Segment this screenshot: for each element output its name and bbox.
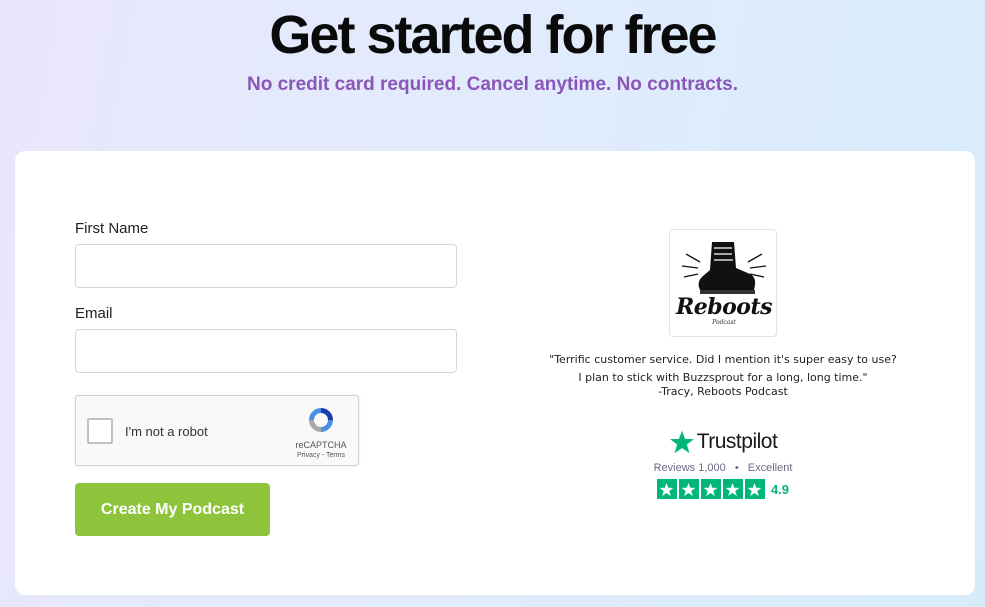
page-title: Get started for free <box>269 5 717 65</box>
first-name-input[interactable] <box>75 244 457 288</box>
reboots-logo-text: Reboots <box>675 294 773 320</box>
first-name-label: First Name <box>75 220 149 237</box>
recaptcha-checkbox[interactable] <box>87 418 113 444</box>
trustpilot-rating-star-icon <box>656 479 677 499</box>
trustpilot-score: 4.9 <box>770 481 790 497</box>
email-label: Email <box>75 305 113 322</box>
recaptcha-label: I'm not a robot <box>125 424 208 439</box>
trustpilot-rating-star-icon <box>700 479 721 499</box>
reboots-podcast-logo: Reboots Podcast <box>669 229 777 337</box>
recaptcha-brand: reCAPTCHA <box>295 440 347 450</box>
trustpilot-stars <box>656 479 765 499</box>
trustpilot-widget[interactable]: Trustpilot Reviews 1,000 • Excellent 4.9 <box>645 429 801 499</box>
trustpilot-rating-star-icon <box>722 479 743 499</box>
recaptcha-icon <box>309 408 333 432</box>
recaptcha-privacy-terms[interactable]: Privacy - Terms <box>288 452 354 459</box>
reboots-logo-subtext: Podcast <box>712 319 736 326</box>
testimonial-quote: "Terrific customer service. Did I mentio… <box>549 353 897 384</box>
trustpilot-name: Trustpilot <box>696 430 778 453</box>
trustpilot-star-icon <box>669 430 694 454</box>
create-podcast-button[interactable]: Create My Podcast <box>75 483 270 536</box>
trustpilot-rating-word: Excellent <box>747 462 793 474</box>
trustpilot-meta: Reviews 1,000 • Excellent <box>645 462 801 474</box>
trustpilot-brand: Trustpilot <box>645 429 801 455</box>
testimonial-author: -Tracy, Reboots Podcast <box>658 385 788 398</box>
trustpilot-rating: 4.9 <box>645 479 801 499</box>
recaptcha-widget: I'm not a robot reCAPTCHA Privacy - Term… <box>75 395 359 466</box>
trustpilot-rating-star-icon <box>678 479 699 499</box>
trustpilot-separator: • <box>734 462 739 474</box>
signup-card: First Name Email I'm not a robot reCAPTC… <box>15 151 975 595</box>
page-subtitle: No credit card required. Cancel anytime.… <box>247 74 738 95</box>
trustpilot-rating-star-icon <box>744 479 765 499</box>
email-input[interactable] <box>75 329 457 373</box>
trustpilot-reviews: Reviews 1,000 <box>653 462 726 474</box>
